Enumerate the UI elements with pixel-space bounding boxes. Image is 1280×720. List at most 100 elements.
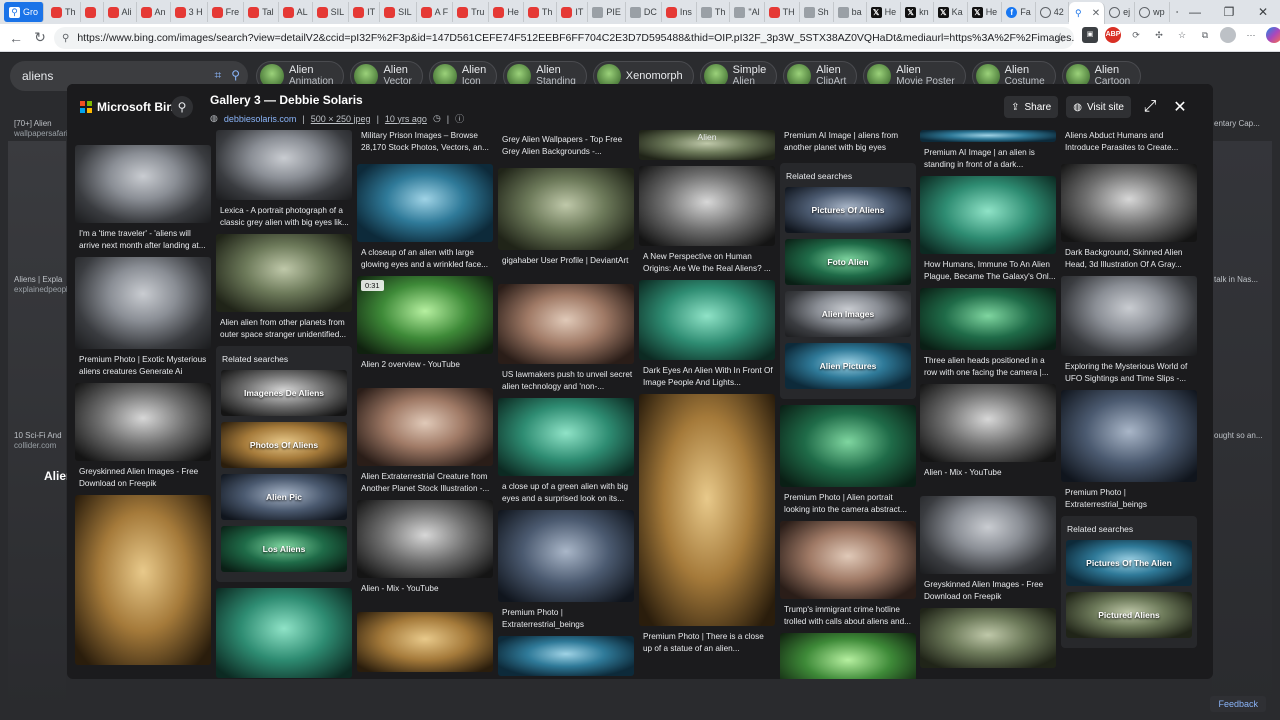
alien-image-thumbnail[interactable] [1061,276,1197,356]
alien-image-thumbnail[interactable] [1061,164,1197,242]
alien-image-thumbnail[interactable] [920,288,1056,350]
browser-tab[interactable]: ⚲ Gro [4,2,45,22]
browser-tab[interactable]: Ins [662,2,697,22]
related-search-item[interactable]: Photos Of Aliens [221,422,347,468]
search-icon[interactable]: ⚲ [231,68,240,83]
gallery-image-card[interactable]: A New Perspective on Human Origins: Are … [639,166,775,274]
browser-tab[interactable]: wp [1135,2,1170,22]
image-caption[interactable]: Premium Photo | There is a close up of a… [639,631,775,654]
gallery-image-card[interactable]: Alien [639,130,775,160]
related-search-item[interactable]: Alien Pictures [785,343,911,389]
image-caption[interactable]: Military Prison Images – Browse 28,170 S… [357,130,493,153]
gallery-image-card[interactable]: a close up of a green alien with big eye… [498,398,634,504]
share-button[interactable]: ⇪ Share [1004,96,1059,118]
image-caption[interactable]: Lexica - A portrait photograph of a clas… [216,205,352,228]
image-caption[interactable]: Alien alien from other planets from oute… [216,317,352,340]
browser-tab[interactable]: SIL [313,2,350,22]
image-caption[interactable]: Alien Extraterrestrial Creature from Ano… [357,471,493,494]
gallery-image-card[interactable]: Premium Photo | Extraterrestrial_beings [498,510,634,630]
alien-image-thumbnail[interactable] [920,130,1056,142]
browser-tab[interactable]: Ali [104,2,137,22]
alien-image-thumbnail[interactable] [498,168,634,250]
browser-tab[interactable]: ba [834,2,867,22]
image-caption[interactable]: Alien - Mix - YouTube [920,467,1056,490]
alien-image-thumbnail[interactable] [920,496,1056,574]
image-caption[interactable]: Premium AI Image | aliens from another p… [780,130,916,153]
alien-image-thumbnail[interactable] [216,588,352,678]
reload-icon[interactable]: ↻ [28,29,52,46]
image-caption[interactable]: Premium Photo | Exotic Mysterious aliens… [75,354,211,377]
alien-image-thumbnail[interactable] [498,284,634,364]
browser-tab[interactable] [81,2,104,22]
gallery-image-card[interactable]: US lawmakers push to unveil secret alien… [498,284,634,392]
extension-icon[interactable]: ⟳ [1128,27,1144,43]
alien-image-thumbnail[interactable] [639,166,775,246]
gallery-image-card[interactable]: Premium Photo | Extraterrestrial_beings [1061,390,1197,510]
favorites-icon[interactable]: ☆ [1174,27,1190,43]
related-search-item[interactable]: Imagenes De Aliens [221,370,347,416]
close-tab-icon[interactable]: ✕ [1092,8,1100,19]
browser-tab[interactable]: 𝕏 Ka [934,2,968,22]
alien-image-thumbnail[interactable] [498,510,634,602]
image-caption[interactable]: Premium Photo | Extraterrestrial_beings [498,607,634,630]
image-caption[interactable]: Greyskinned Alien Images - Free Download… [75,466,211,489]
minimize-button[interactable]: — [1178,0,1212,24]
alien-image-thumbnail[interactable] [75,383,211,461]
image-caption[interactable]: How Humans, Immune To An Alien Plague, B… [920,259,1056,282]
bookmark-star-icon[interactable]: ☆ [1054,30,1066,46]
gallery-image-card[interactable] [75,495,211,665]
image-caption[interactable]: Dark Eyes An Alien With In Front Of Imag… [639,365,775,388]
source-link[interactable]: debbiesolaris.com [224,114,297,124]
image-caption[interactable]: Aliens Abduct Humans and Introduce Paras… [1061,130,1197,153]
gallery-image-card[interactable]: Lexica - A portrait photograph of a clas… [216,130,352,228]
gallery-image-card[interactable]: Premium Photo | Exotic Mysterious aliens… [75,257,211,377]
image-caption[interactable]: Alien [639,132,775,142]
browser-tab[interactable]: ⚲ ✕ [1068,2,1106,24]
gallery-image-card[interactable]: Alien - Mix - YouTube [920,384,1056,490]
alien-image-thumbnail[interactable] [75,257,211,349]
browser-tab[interactable]: 𝕏 He [867,2,902,22]
image-caption[interactable]: Grey Alien Wallpapers - Top Free Grey Al… [498,134,634,157]
gallery-image-card[interactable]: gigahaber User Profile | DeviantArt [498,168,634,278]
browser-tab[interactable]: PIE [588,2,626,22]
browser-tab[interactable]: 𝕏kn [901,2,934,22]
related-search-item[interactable]: Alien Images [785,291,911,337]
browser-tab[interactable]: 𝕏 He [968,2,1003,22]
alien-image-thumbnail[interactable] [780,521,916,599]
browser-tab[interactable]: ej [1105,2,1136,22]
info-icon[interactable]: ⓘ [455,112,464,125]
visual-search-icon[interactable]: ⌗ [214,68,221,83]
browser-tab[interactable]: DC [626,2,662,22]
browser-tab[interactable]: f Fa [1002,2,1036,22]
profile-avatar[interactable] [1220,27,1236,43]
gallery-image-card[interactable] [498,636,634,676]
alien-image-thumbnail[interactable] [1061,390,1197,482]
related-search-item[interactable]: Alien Pic [221,474,347,520]
image-caption[interactable]: Alien 2 overview - YouTube [357,359,493,382]
maximize-button[interactable]: ❐ [1212,0,1246,24]
browser-tab[interactable]: AL [279,2,313,22]
browser-tab[interactable]: SIL [380,2,417,22]
browser-tab[interactable]: Tru [453,2,490,22]
browser-tab[interactable]: Sh [800,2,834,22]
alien-image-thumbnail[interactable] [357,500,493,578]
gallery-image-card[interactable]: How Humans, Immune To An Alien Plague, B… [920,176,1056,282]
image-caption[interactable]: Premium AI Image | an alien is standing … [920,147,1056,170]
alien-image-thumbnail[interactable] [75,145,211,223]
browser-tab[interactable]: "Al [730,2,765,22]
image-caption[interactable]: Premium Photo | Extraterrestrial_beings [1061,487,1197,510]
browser-tab[interactable]: TH [765,2,800,22]
image-caption[interactable]: I'm a 'time traveler' - 'aliens will arr… [75,228,211,251]
copilot-icon[interactable] [1266,27,1280,43]
puzzle-icon[interactable]: ✣ [1151,27,1167,43]
browser-tab[interactable]: He [489,2,524,22]
search-icon[interactable]: ⚲ [171,96,193,118]
close-icon[interactable]: ✕ [1169,97,1191,117]
visit-site-button[interactable]: ◍ Visit site [1066,96,1131,118]
site-info-icon[interactable]: ⚲ [62,33,69,44]
gallery-image-card[interactable]: Greyskinned Alien Images - Free Download… [75,383,211,489]
gallery-image-card[interactable]: Greyskinned Alien Images - Free Download… [920,496,1056,602]
back-icon[interactable]: ← [4,30,28,46]
alien-image-thumbnail[interactable] [920,608,1056,668]
more-menu-icon[interactable]: ⋯ [1243,27,1259,43]
